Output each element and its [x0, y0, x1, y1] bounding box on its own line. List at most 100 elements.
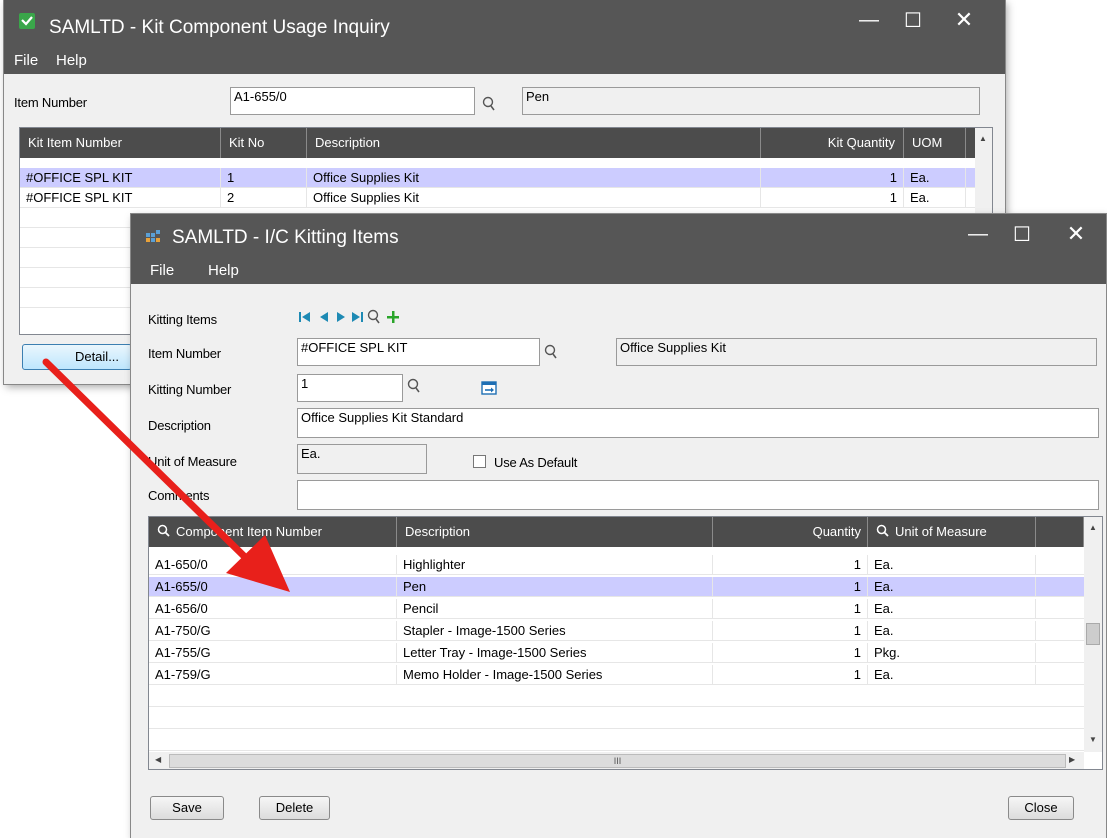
comments-input[interactable]	[297, 480, 1099, 510]
last-record-icon[interactable]	[349, 309, 365, 328]
grid-header: Kit Item Number Kit No Description Kit Q…	[20, 128, 975, 158]
search-icon	[876, 518, 889, 547]
drilldown-icon[interactable]	[481, 381, 497, 395]
scroll-right-icon[interactable]: ▶	[1069, 755, 1075, 764]
cell-quantity: 1	[713, 555, 868, 575]
menu-help[interactable]: Help	[208, 262, 239, 279]
col-kit-quantity[interactable]: Kit Quantity	[761, 128, 904, 158]
unit-of-measure-field: Ea.	[297, 444, 427, 474]
table-row[interactable]: A1-759/G Memo Holder - Image-1500 Series…	[149, 665, 1084, 685]
minimize-button[interactable]: —	[846, 0, 892, 40]
col-component-item-number[interactable]: Component Item Number	[149, 517, 397, 547]
close-window-button[interactable]: ✕	[941, 0, 987, 40]
scroll-up-icon[interactable]: ▲	[979, 134, 987, 143]
cell-quantity: 1	[713, 665, 868, 685]
cell-kit-item: #OFFICE SPL KIT	[20, 168, 221, 188]
cell-description: Pen	[397, 577, 713, 597]
menu-help[interactable]: Help	[56, 52, 87, 69]
scroll-up-icon[interactable]: ▲	[1089, 523, 1097, 532]
window-title: SAMLTD - Kit Component Usage Inquiry	[49, 17, 390, 38]
table-row[interactable]: A1-755/G Letter Tray - Image-1500 Series…	[149, 643, 1084, 663]
close-window-button[interactable]: ✕	[1053, 214, 1099, 254]
cell-description: Office Supplies Kit	[307, 188, 761, 208]
cell-quantity: 1	[713, 621, 868, 641]
cell-kit-item: #OFFICE SPL KIT	[20, 188, 221, 208]
minimize-button[interactable]: —	[955, 214, 1001, 254]
col-uom[interactable]: UOM	[904, 128, 966, 158]
table-row[interactable]: A1-650/0 Highlighter 1 Ea.	[149, 555, 1084, 575]
close-button[interactable]: Close	[1008, 796, 1074, 820]
use-as-default-checkbox[interactable]	[473, 455, 486, 468]
col-unit-of-measure[interactable]: Unit of Measure	[868, 517, 1036, 547]
table-row[interactable]: A1-656/0 Pencil 1 Ea.	[149, 599, 1084, 619]
col-kit-no[interactable]: Kit No	[221, 128, 307, 158]
magnifier-icon[interactable]	[407, 378, 421, 394]
scroll-thumb[interactable]: III	[169, 754, 1066, 768]
maximize-button[interactable]: ☐	[890, 0, 936, 40]
item-number-label: Item Number	[14, 95, 87, 110]
cell-uom: Pkg.	[868, 643, 1036, 663]
col-kit-item-number[interactable]: Kit Item Number	[20, 128, 221, 158]
scroll-left-icon[interactable]: ◀	[155, 755, 161, 764]
previous-record-icon[interactable]	[317, 309, 331, 328]
shield-check-icon	[18, 12, 36, 30]
col-description[interactable]: Description	[397, 517, 713, 547]
maximize-button[interactable]: ☐	[999, 214, 1045, 254]
menu-file[interactable]: File	[150, 262, 174, 279]
next-record-icon[interactable]	[334, 309, 348, 328]
cell-quantity: 1	[713, 599, 868, 619]
delete-button[interactable]: Delete	[259, 796, 330, 820]
magnifier-icon[interactable]	[544, 344, 558, 360]
cell-component: A1-750/G	[149, 621, 397, 641]
magnifier-icon[interactable]	[482, 96, 496, 112]
table-row[interactable]: #OFFICE SPL KIT 1 Office Supplies Kit 1 …	[20, 168, 975, 188]
cell-uom: Ea.	[868, 621, 1036, 641]
record-navigation	[297, 309, 447, 327]
add-record-icon[interactable]	[385, 309, 401, 328]
kit-usage-titlebar[interactable]: SAMLTD - Kit Component Usage Inquiry — ☐…	[4, 0, 1005, 44]
menu-bar: File Help	[4, 44, 1005, 74]
scroll-thumb[interactable]	[1086, 623, 1100, 645]
cell-component: A1-655/0	[149, 577, 397, 597]
description-input[interactable]: Office Supplies Kit Standard	[297, 408, 1099, 438]
cell-component: A1-755/G	[149, 643, 397, 663]
magnifier-icon[interactable]	[367, 309, 381, 328]
item-description: Office Supplies Kit	[616, 338, 1097, 366]
kitting-items-label: Kitting Items	[148, 312, 217, 327]
search-icon	[157, 518, 170, 547]
cell-component: A1-656/0	[149, 599, 397, 619]
save-button[interactable]: Save	[150, 796, 224, 820]
kitting-titlebar[interactable]: SAMLTD - I/C Kitting Items — ☐ ✕	[131, 214, 1106, 254]
cell-description: Stapler - Image-1500 Series	[397, 621, 713, 641]
col-description[interactable]: Description	[307, 128, 761, 158]
table-row	[149, 731, 1084, 751]
cell-quantity: 1	[713, 577, 868, 597]
kitting-number-label: Kitting Number	[148, 382, 232, 397]
item-description: Pen	[522, 87, 980, 115]
components-grid[interactable]: Component Item Number Description Quanti…	[148, 516, 1103, 770]
table-row[interactable]: A1-750/G Stapler - Image-1500 Series 1 E…	[149, 621, 1084, 641]
horizontal-scrollbar[interactable]: ◀ III ▶	[149, 752, 1084, 769]
menu-file[interactable]: File	[14, 52, 38, 69]
col-extra	[1036, 517, 1084, 547]
detail-button[interactable]: Detail...	[22, 344, 132, 370]
cell-kit-quantity: 1	[761, 188, 904, 208]
cell-uom: Ea.	[868, 599, 1036, 619]
table-row[interactable]: A1-655/0 Pen 1 Ea.	[149, 577, 1084, 597]
cell-description: Office Supplies Kit	[307, 168, 761, 188]
window-title: SAMLTD - I/C Kitting Items	[172, 227, 399, 248]
kitting-number-input[interactable]: 1	[297, 374, 403, 402]
item-number-input[interactable]: A1-655/0	[230, 87, 475, 115]
description-label: Description	[148, 418, 211, 433]
cell-component: A1-759/G	[149, 665, 397, 685]
vertical-scrollbar[interactable]: ▲ ▼	[1084, 517, 1102, 752]
first-record-icon[interactable]	[297, 309, 313, 328]
cell-uom: Ea.	[868, 555, 1036, 575]
table-row[interactable]: #OFFICE SPL KIT 2 Office Supplies Kit 1 …	[20, 188, 975, 208]
col-quantity[interactable]: Quantity	[713, 517, 868, 547]
kitting-items-window: SAMLTD - I/C Kitting Items — ☐ ✕ File He…	[131, 214, 1106, 838]
item-number-input[interactable]: #OFFICE SPL KIT	[297, 338, 540, 366]
scroll-down-icon[interactable]: ▼	[1089, 735, 1097, 744]
kitting-grid-icon	[145, 227, 163, 243]
col-label: Component Item Number	[176, 524, 322, 539]
